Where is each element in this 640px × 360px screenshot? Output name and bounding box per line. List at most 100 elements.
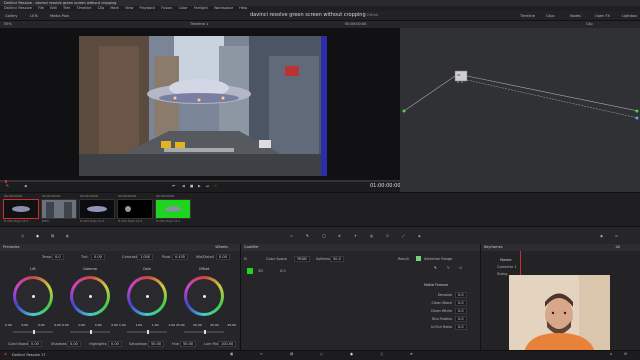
camera-raw-icon[interactable]: ◎ (21, 234, 24, 238)
lift-b[interactable]: 0.00 (54, 323, 61, 327)
window-icon[interactable]: ◯ (322, 234, 326, 238)
menu-item[interactable]: Timeline (77, 6, 92, 10)
keyframe-playhead[interactable] (520, 251, 521, 276)
lift-y[interactable]: 0.00 (5, 323, 12, 327)
offset-r[interactable]: 25.00 (193, 323, 202, 327)
matte-field[interactable]: 0.0 (455, 300, 467, 306)
info-icon[interactable]: ▭ (615, 234, 618, 238)
lift-wheel[interactable] (13, 276, 53, 316)
picker-icon[interactable]: ✎ (6, 184, 9, 188)
gallery-button[interactable]: Gallery (5, 13, 17, 19)
menu-item[interactable]: Workspace (214, 6, 233, 10)
clip-thumbnail[interactable]: 00:00:00:00 JPEG (41, 194, 77, 223)
play-reverse-icon[interactable]: ◀ (182, 184, 185, 188)
matte-field[interactable]: 0.0 (455, 316, 467, 322)
curves-icon[interactable]: ∿ (290, 234, 293, 238)
offset-puck[interactable] (202, 294, 206, 298)
tracker-icon[interactable]: ⊕ (338, 234, 341, 238)
menu-item[interactable]: DaVinci Resolve (4, 6, 32, 10)
play-icon[interactable]: ▶ (198, 184, 201, 188)
eyedropper-icon[interactable]: ✎ (434, 266, 437, 270)
playhead-marker[interactable] (5, 180, 7, 183)
menu-item[interactable]: Clip (98, 6, 105, 10)
md-field[interactable]: 0.00 (216, 254, 230, 260)
pivot-field[interactable]: 0.435 (172, 254, 189, 260)
offset-wheel[interactable] (184, 276, 224, 316)
settings-icon[interactable]: ⚙ (624, 352, 627, 356)
menu-item[interactable]: Help (239, 6, 247, 10)
gain-wheel[interactable] (127, 276, 167, 316)
node-mode[interactable]: Clip (586, 21, 593, 28)
menu-item[interactable]: Fusion (161, 6, 172, 10)
gamma-master-slider[interactable] (70, 330, 110, 334)
clip-thumbnail[interactable]: 00:00:00:00 H.264 High L5.0 (3, 194, 39, 223)
zoom-level[interactable]: 55% (4, 21, 12, 28)
menu-item[interactable]: File (38, 6, 44, 10)
offset-b[interactable]: 25.00 (227, 323, 236, 327)
scopes-icon[interactable]: ◉ (600, 234, 603, 238)
menu-item[interactable]: Color (179, 6, 188, 10)
gain-puck[interactable] (145, 294, 149, 298)
lum-mix-field[interactable]: 100.00 (218, 341, 237, 347)
menu-item[interactable]: View (125, 6, 133, 10)
timeline-toggle[interactable]: Timeline (520, 13, 535, 19)
skip-back-icon[interactable]: ⏮ (172, 184, 175, 188)
highlight-toggle[interactable] (416, 256, 421, 261)
edit-page-icon[interactable]: ▤ (290, 352, 293, 356)
eyedropper-minus-icon[interactable]: ✎ (447, 266, 450, 270)
saturation-field[interactable]: 50.00 (148, 341, 165, 347)
clip-thumbnail[interactable]: 00:00:00:00 H.264 High L5.0 (155, 194, 191, 223)
magic-mask-icon[interactable]: ✦ (354, 234, 357, 238)
color-space-select[interactable]: YRGB (294, 256, 310, 262)
gamma-g[interactable]: 0.00 (95, 323, 102, 327)
lift-g[interactable]: 0.00 (38, 323, 45, 327)
wheels-mode[interactable]: Wheels (215, 244, 228, 251)
sizing-icon[interactable]: ⤢ (402, 234, 405, 238)
lift-master-slider[interactable] (13, 330, 53, 334)
clip-thumbnail[interactable]: 00:00:00:00 H.264 High L5.0 (117, 194, 153, 223)
menu-item[interactable]: Playback (140, 6, 156, 10)
reset-icon[interactable]: ↺ (459, 266, 462, 270)
media-page-icon[interactable]: ▣ (230, 352, 233, 356)
color-wheels-icon[interactable]: ◉ (36, 234, 39, 238)
offset-y[interactable]: 25.00 (176, 323, 185, 327)
3d-icon[interactable]: ◈ (418, 234, 421, 238)
gain-r[interactable]: 1.00 (135, 323, 142, 327)
speaker-icon[interactable]: ◀ (24, 184, 27, 188)
gamma-b[interactable]: 0.00 (111, 323, 118, 327)
gain-g[interactable]: 1.00 (152, 323, 159, 327)
offset-master-slider[interactable] (184, 330, 224, 334)
hue-field[interactable]: 50.00 (180, 341, 197, 347)
qualifier-swatch[interactable] (247, 268, 253, 274)
blur-icon[interactable]: ◍ (370, 234, 373, 238)
nodes-toggle[interactable]: Nodes (570, 13, 581, 19)
rgb-mixer-icon[interactable]: ▤ (51, 234, 54, 238)
gamma-r[interactable]: 0.00 (78, 323, 85, 327)
keyframe-track[interactable]: Corrector 1 (497, 265, 517, 269)
menu-item[interactable]: Trim (63, 6, 70, 10)
offset-g[interactable]: 25.00 (210, 323, 219, 327)
highlights-field[interactable]: 0.00 (108, 341, 122, 347)
qualifier-icon[interactable]: ✎ (306, 234, 309, 238)
openfx-toggle[interactable]: Open FX (595, 13, 610, 19)
color-page-icon[interactable]: ◉ (350, 352, 353, 356)
menu-item[interactable]: Mark (110, 6, 119, 10)
loop-icon[interactable]: ↻ (214, 184, 217, 188)
stop-icon[interactable]: ■ (190, 184, 193, 188)
keyframe-track[interactable]: Sizing (497, 272, 507, 276)
keyframes-filter[interactable]: All (616, 244, 620, 251)
cut-page-icon[interactable]: ✂ (260, 352, 263, 356)
fairlight-page-icon[interactable]: ♫ (380, 352, 383, 356)
luts-button[interactable]: LUTs (30, 13, 38, 19)
key-icon[interactable]: ⚿ (386, 234, 389, 238)
temp-field[interactable]: 0.0 (52, 254, 64, 260)
shadows-field[interactable]: 0.00 (67, 341, 81, 347)
menu-item[interactable]: Fairlight (194, 6, 208, 10)
softness-field[interactable]: 50.0 (330, 256, 344, 262)
lift-r[interactable]: 0.00 (21, 323, 28, 327)
gain-master-slider[interactable] (127, 330, 167, 334)
fusion-page-icon[interactable]: ◇ (320, 352, 323, 356)
media-pool-button[interactable]: Media Pool (50, 13, 69, 19)
matte-field[interactable]: 0.0 (455, 324, 467, 330)
gamma-y[interactable]: 0.00 (62, 323, 69, 327)
